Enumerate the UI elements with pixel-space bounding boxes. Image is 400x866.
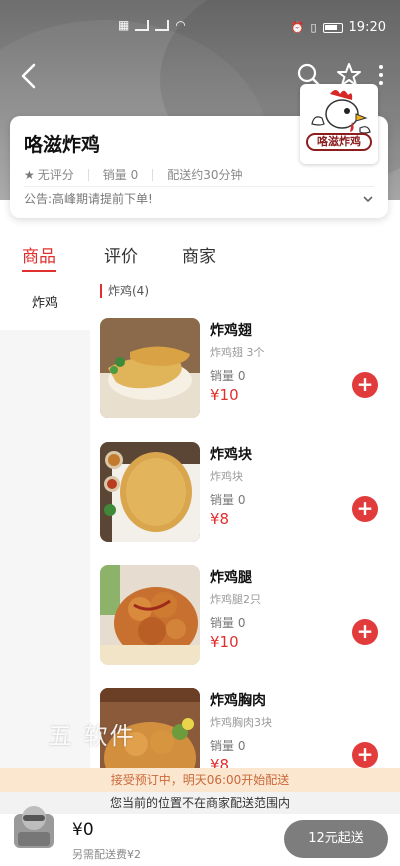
add-to-cart-button[interactable]: +: [352, 496, 378, 522]
dish-name: 炸鸡翅: [210, 323, 252, 339]
dish-price: ¥8: [210, 510, 230, 528]
dish-description: 炸鸡胸肉3块: [210, 716, 272, 729]
dish-sales: 销量 0: [210, 739, 246, 753]
rooster-logo-icon: [311, 90, 371, 134]
out-of-range-notice: 您当前的位置不在商家配送范围内: [0, 792, 400, 814]
divider: [87, 168, 89, 181]
list-item[interactable]: 炸鸡胸肉 炸鸡胸肉3块 销量 0 ¥8 +: [100, 688, 400, 768]
dish-photo[interactable]: [100, 442, 200, 542]
delivery-fee: 另需配送费¥2: [72, 848, 141, 861]
tab-products[interactable]: 商品: [22, 232, 56, 276]
clock: 19:20: [348, 20, 386, 35]
dish-price: ¥10: [210, 633, 239, 651]
network-indicators: ▦ ◠: [118, 18, 186, 32]
cart-bar: ¥0 另需配送费¥2 12元起送: [0, 806, 400, 866]
battery-icon: [322, 22, 343, 33]
wifi-icon: ◠: [175, 18, 186, 32]
status-bar: ▦ ◠ ⏰ ▯ 19:20: [0, 0, 400, 56]
alarm-icon: ⏰: [290, 21, 305, 34]
dish-name: 炸鸡胸肉: [210, 693, 266, 709]
category-item-fried-chicken[interactable]: 炸鸡: [0, 278, 90, 330]
shop-page: ▦ ◠ ⏰ ▯ 19:20 咯滋炸鸡 ★ 无评分 销量 0 配送约30分钟 公告…: [0, 0, 400, 866]
dish-price: ¥10: [210, 386, 239, 404]
chevron-down-icon[interactable]: [362, 193, 374, 205]
cart-mascot-icon[interactable]: [10, 796, 58, 856]
shop-logo: 咯滋炸鸡: [300, 84, 378, 164]
list-item[interactable]: 炸鸡腿 炸鸡腿2只 销量 0 ¥10 +: [100, 565, 400, 665]
tab-merchant[interactable]: 商家: [182, 232, 216, 276]
dish-description: 炸鸡翅 3个: [210, 346, 265, 359]
dish-name: 炸鸡块: [210, 447, 252, 463]
announcement-row[interactable]: 公告:高峰期请提前下单!: [24, 186, 374, 210]
list-item[interactable]: 炸鸡块 炸鸡块 销量 0 ¥8 +: [100, 442, 400, 542]
dish-sales: 销量 0: [210, 369, 246, 383]
cart-total: ¥0: [72, 820, 94, 840]
checkout-button[interactable]: 12元起送: [284, 820, 388, 858]
back-arrow-icon[interactable]: [18, 62, 40, 90]
category-sidebar: 炸鸡: [0, 278, 90, 768]
shop-meta: ★ 无评分 销量 0 配送约30分钟: [24, 166, 243, 183]
shop-tabs: 商品 评价 商家: [0, 232, 400, 276]
add-to-cart-button[interactable]: +: [352, 742, 378, 768]
list-item[interactable]: 炸鸡翅 炸鸡翅 3个 销量 0 ¥10 +: [100, 318, 400, 418]
dish-photo[interactable]: [100, 318, 200, 418]
watermark: 五 软件: [48, 722, 136, 750]
vibrate-icon: ▯: [310, 21, 317, 34]
section-title: 炸鸡(4): [100, 284, 149, 298]
dish-sales: 销量 0: [210, 493, 246, 507]
dish-price: ¥8: [210, 756, 230, 768]
shop-title: 咯滋炸鸡: [24, 134, 101, 156]
signal-icon: [135, 19, 150, 31]
product-list[interactable]: 炸鸡(4) 炸鸡翅 炸鸡翅 3个 销量 0 ¥10 + 炸鸡块 炸鸡块 销量 0…: [90, 278, 400, 768]
announcement-text: 公告:高峰期请提前下单!: [24, 192, 153, 206]
shop-rating: 无评分: [37, 168, 74, 182]
divider: [152, 168, 154, 181]
nfc-icon: ▦: [118, 18, 130, 32]
delivery-time: 配送约30分钟: [167, 168, 243, 182]
add-to-cart-button[interactable]: +: [352, 372, 378, 398]
signal-icon: [155, 19, 170, 31]
dish-name: 炸鸡腿: [210, 570, 252, 586]
shop-sales: 销量 0: [102, 168, 139, 182]
dish-description: 炸鸡腿2只: [210, 593, 261, 606]
dish-description: 炸鸡块: [210, 470, 243, 483]
logo-text: 咯滋炸鸡: [306, 133, 372, 151]
dish-photo[interactable]: [100, 565, 200, 665]
preorder-notice: 接受预订中，明天06:00开始配送: [0, 768, 400, 792]
star-icon: ★: [24, 168, 35, 182]
more-vertical-icon[interactable]: [376, 62, 386, 88]
tab-reviews[interactable]: 评价: [104, 232, 138, 276]
dish-sales: 销量 0: [210, 616, 246, 630]
add-to-cart-button[interactable]: +: [352, 619, 378, 645]
status-right: ⏰ ▯ 19:20: [291, 20, 386, 35]
